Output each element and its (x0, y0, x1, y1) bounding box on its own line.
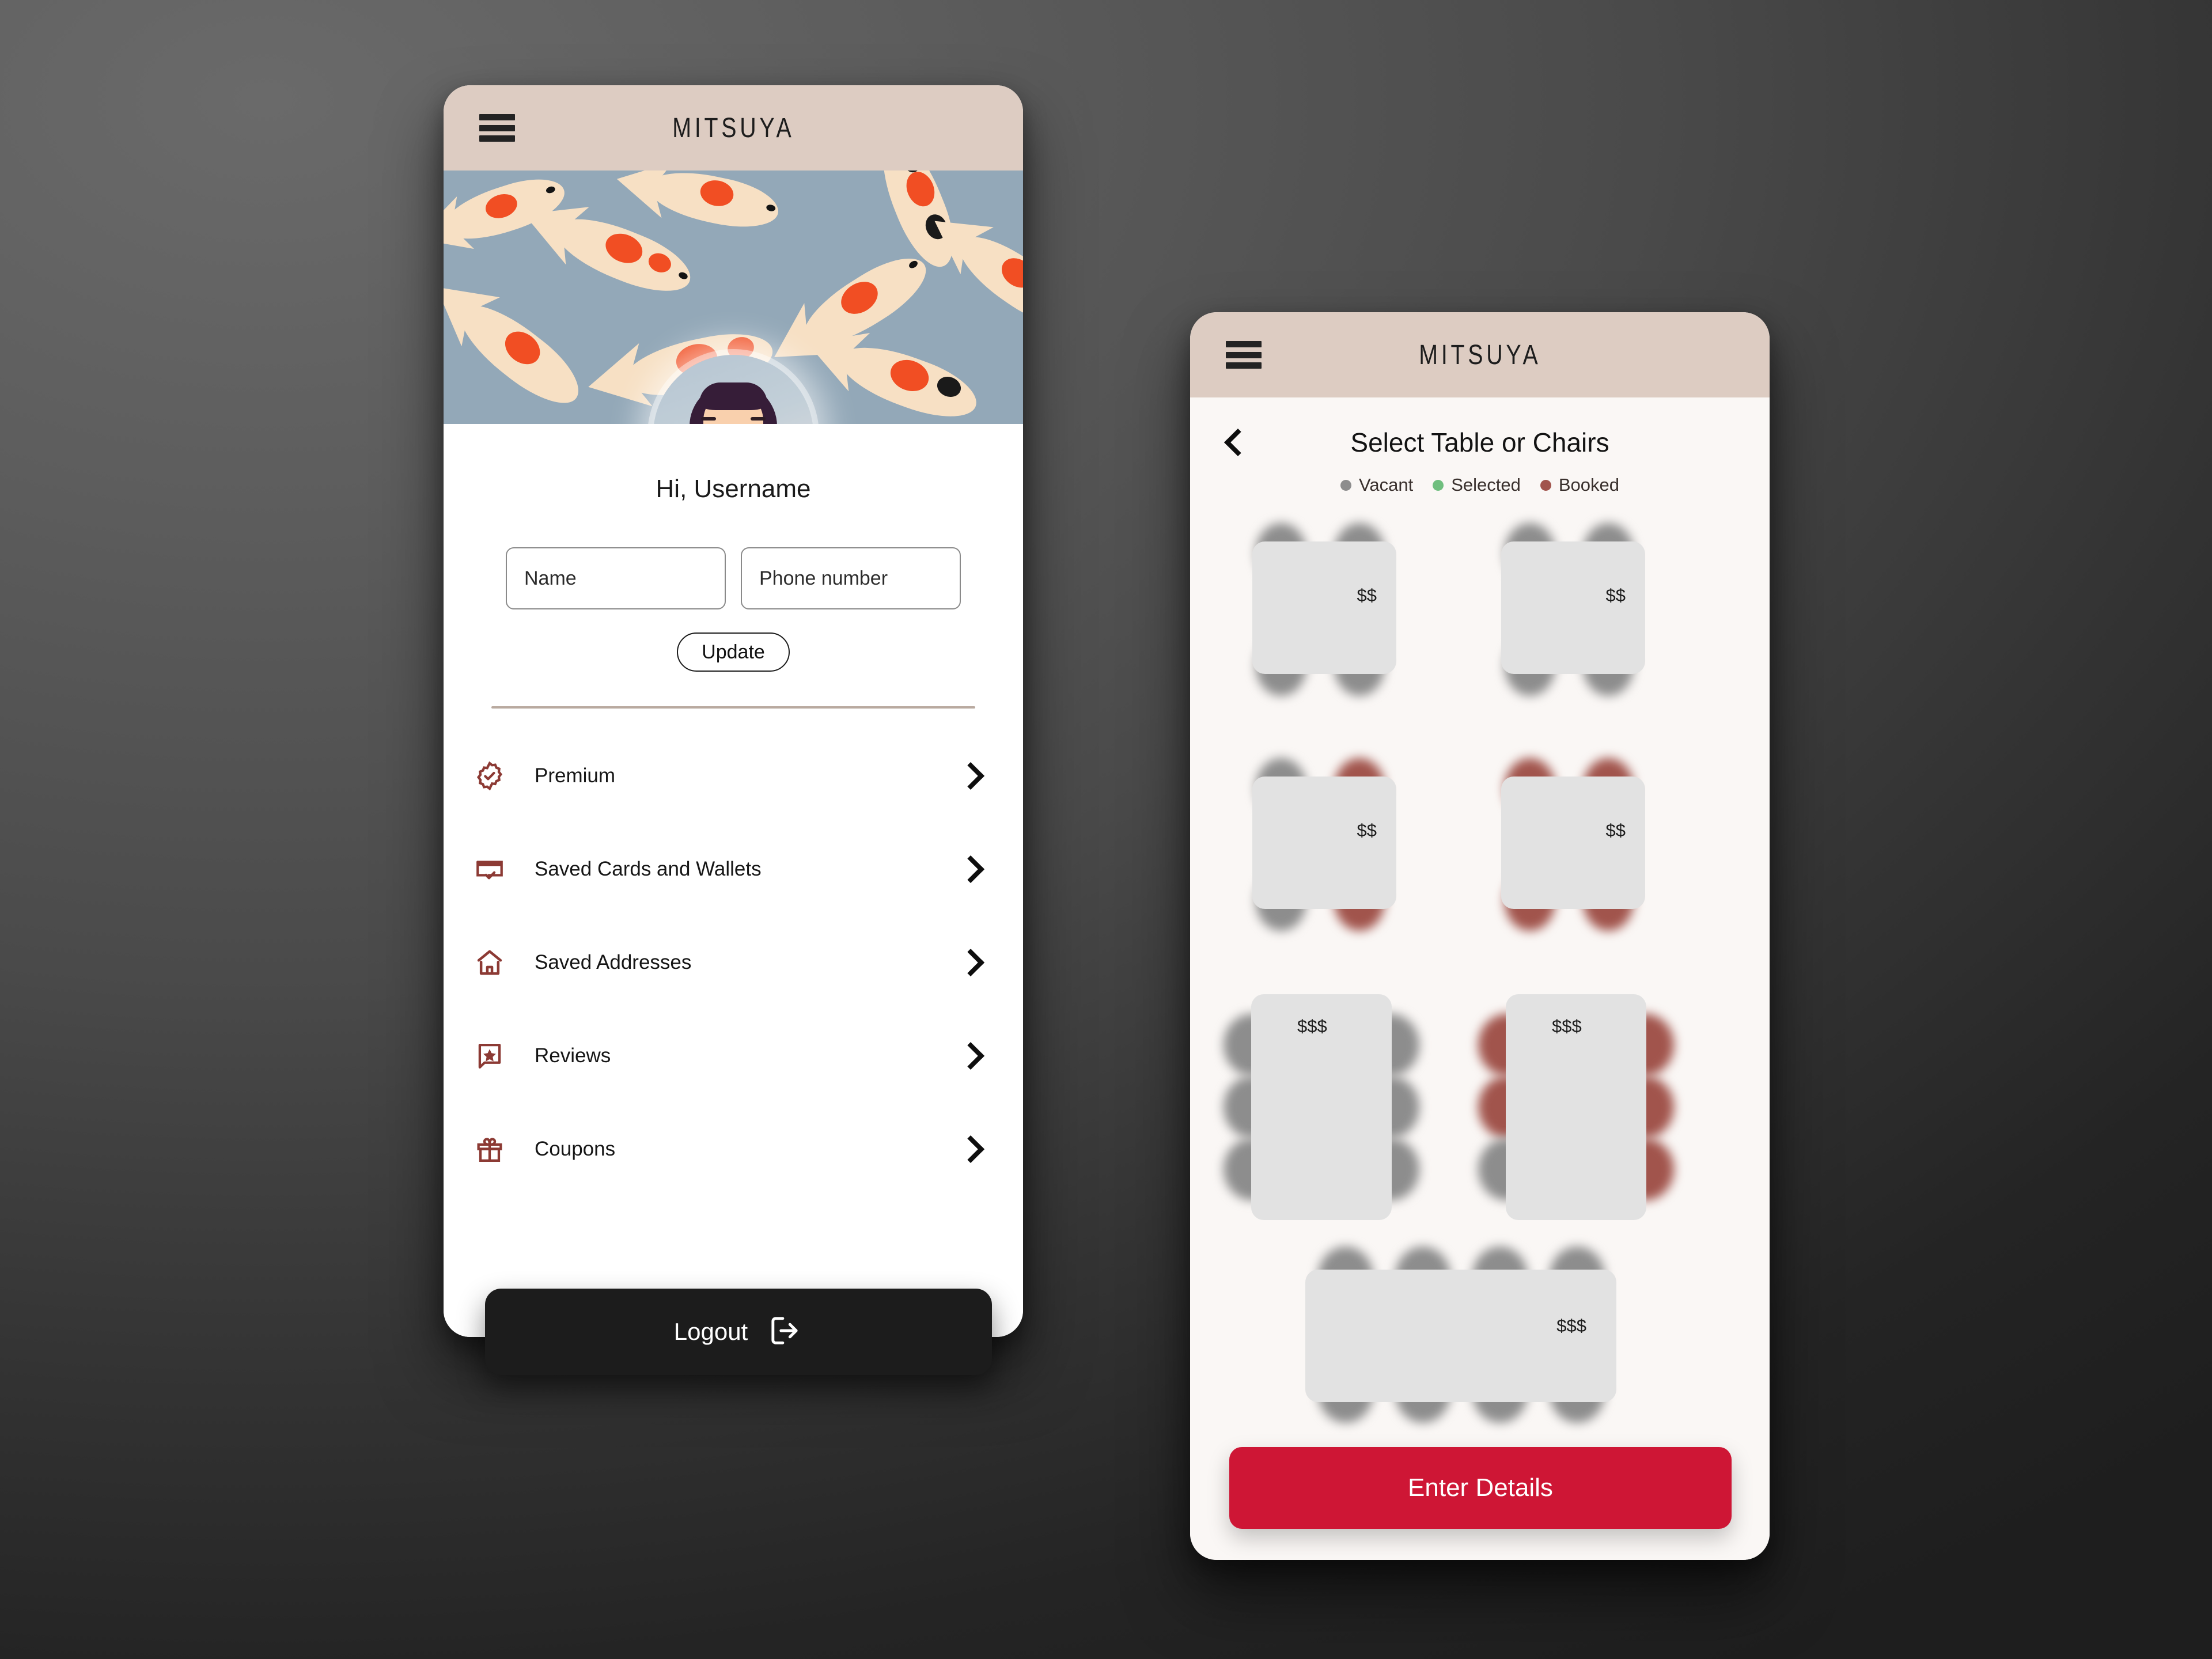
section-divider (491, 706, 975, 709)
name-input[interactable]: Name (506, 547, 726, 609)
chevron-right-icon (956, 855, 985, 884)
badge-check-icon (472, 759, 507, 793)
menu-item-label: Saved Addresses (535, 951, 692, 974)
menu-item-saved-addresses[interactable]: Saved Addresses (444, 916, 1023, 1009)
logout-button-label: Logout (673, 1318, 748, 1345)
update-button[interactable]: Update (677, 632, 790, 672)
logout-arrow-icon (767, 1313, 803, 1351)
phone-input-placeholder: Phone number (759, 567, 888, 589)
price-label: $$ (1357, 820, 1377, 840)
menu-item-label: Coupons (535, 1138, 616, 1160)
menu-item-saved-cards-and-wallets[interactable]: Saved Cards and Wallets (444, 823, 1023, 916)
avatar[interactable] (653, 355, 813, 424)
menu-item-reviews[interactable]: Reviews (444, 1009, 1023, 1103)
table-1[interactable]: $$ (1252, 523, 1396, 696)
table-3[interactable]: $$ (1252, 758, 1396, 931)
profile-phone-frame: MITSUYA Hi, Username Name Phone number U… (444, 85, 1023, 1375)
price-label: $$ (1605, 585, 1626, 605)
logout-button[interactable]: Logout (485, 1289, 992, 1375)
page-title: Select Table or Chairs (1350, 427, 1609, 457)
menu-item-coupons[interactable]: Coupons (444, 1103, 1023, 1196)
profile-appbar: MITSUYA (444, 85, 1023, 171)
screen-header: Select Table or Chairs (1190, 397, 1770, 487)
tables-grid: $$ $$ $$ $$ $$$ $$$ $$$ (1190, 523, 1770, 1423)
gift-icon (472, 1132, 507, 1166)
name-input-placeholder: Name (524, 567, 577, 589)
chevron-right-icon (956, 948, 985, 977)
price-label: $$$ (1552, 1016, 1582, 1036)
profile-menu-list: Premium Saved Cards and Wallets Saved Ad… (444, 729, 1023, 1196)
table-2[interactable]: $$ (1501, 523, 1645, 696)
chevron-right-icon (956, 1041, 985, 1070)
menu-item-label: Reviews (535, 1044, 611, 1067)
menu-item-premium[interactable]: Premium (444, 729, 1023, 823)
user-avatar-illustration (653, 355, 813, 424)
phone-input[interactable]: Phone number (741, 547, 961, 609)
price-label: $$$ (1556, 1316, 1586, 1336)
profile-content: Hi, Username Name Phone number Update Pr… (444, 475, 1023, 1337)
chevron-left-icon[interactable] (1224, 428, 1252, 457)
price-label: $$$ (1297, 1016, 1327, 1036)
chevron-right-icon (956, 1135, 985, 1164)
credit-card-check-icon (472, 852, 507, 887)
page-title: Hi, Username (656, 475, 811, 503)
chevron-right-icon (956, 762, 985, 790)
table-selection-phone-frame: MITSUYA Select Table or Chairs Vacant Se… (1190, 312, 1770, 1560)
price-label: $$ (1605, 820, 1626, 840)
hamburger-icon[interactable] (1226, 341, 1262, 369)
app-title: MITSUYA (672, 112, 795, 143)
enter-details-button[interactable]: Enter Details (1229, 1447, 1732, 1529)
table-4[interactable]: $$ (1501, 758, 1645, 931)
menu-item-label: Premium (535, 764, 616, 787)
profile-form: Name Phone number (506, 547, 961, 609)
price-label: $$ (1357, 585, 1377, 605)
table-6[interactable]: $$$ (1478, 994, 1674, 1220)
tables-content: Select Table or Chairs Vacant Selected B… (1190, 397, 1770, 1560)
star-bookmark-icon (472, 1039, 507, 1073)
koi-banner-illustration (444, 171, 1023, 424)
table-7[interactable]: $$$ (1305, 1247, 1616, 1423)
enter-details-button-label: Enter Details (1408, 1474, 1553, 1502)
app-title: MITSUYA (1418, 339, 1541, 370)
hamburger-icon[interactable] (479, 114, 515, 142)
home-icon (472, 945, 507, 980)
menu-item-label: Saved Cards and Wallets (535, 858, 762, 880)
tables-appbar: MITSUYA (1190, 312, 1770, 397)
table-5[interactable]: $$$ (1224, 994, 1419, 1220)
